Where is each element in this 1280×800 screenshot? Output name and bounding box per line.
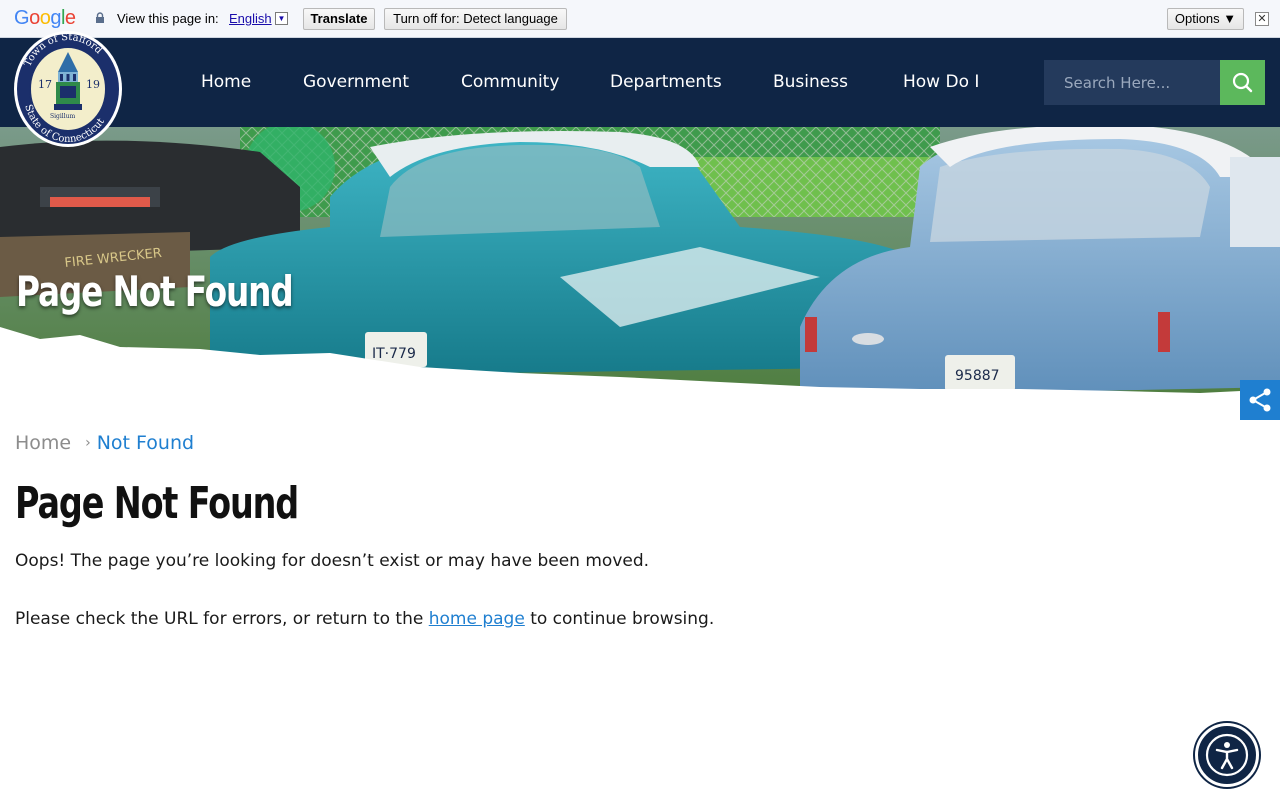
breadcrumb-home[interactable]: Home <box>15 432 71 454</box>
translate-bar: Google View this page in: English ▼ Tran… <box>0 0 1280 38</box>
search-box <box>1044 60 1220 105</box>
help-text-before: Please check the URL for errors, or retu… <box>15 609 429 629</box>
breadcrumb: Home › Not Found <box>15 432 194 454</box>
seal-motto: Sigillum <box>50 113 75 120</box>
search-button[interactable] <box>1220 60 1265 105</box>
hero-title: Page Not Found <box>16 267 294 316</box>
seal-year-right: 19 <box>86 78 100 91</box>
share-button[interactable] <box>1240 380 1280 420</box>
accessibility-button[interactable] <box>1195 723 1259 787</box>
translate-prompt: View this page in: <box>117 11 219 26</box>
seal-year-left: 17 <box>38 78 52 91</box>
lock-icon <box>96 12 104 23</box>
search-input[interactable] <box>1044 60 1220 105</box>
language-dropdown-icon[interactable]: ▼ <box>275 12 288 25</box>
turn-off-button[interactable]: Turn off for: Detect language <box>384 8 567 30</box>
nav-government[interactable]: Government <box>303 72 409 92</box>
google-logo: Google <box>14 7 76 29</box>
breadcrumb-separator-icon: › <box>85 435 91 451</box>
error-message: Oops! The page you’re looking for doesn’… <box>15 551 650 571</box>
close-icon[interactable]: ✕ <box>1255 12 1269 26</box>
help-message: Please check the URL for errors, or retu… <box>15 609 714 629</box>
nav-community[interactable]: Community <box>461 72 559 92</box>
hero-plate-right: 95887 <box>955 368 1000 384</box>
seal-graphic: 17 19 Sigillum Town of Stafford State of… <box>14 31 122 147</box>
help-text-after: to continue browsing. <box>524 609 715 629</box>
options-button[interactable]: Options ▼ <box>1167 8 1244 30</box>
nav-business[interactable]: Business <box>773 72 848 92</box>
hero-banner: FIRE WRECKER IT·779 95887 Page Not Found <box>0 127 1280 417</box>
language-select[interactable]: English <box>229 11 272 26</box>
nav-departments[interactable]: Departments <box>610 72 722 92</box>
home-page-link[interactable]: home page <box>429 609 525 629</box>
nav-how-do-i[interactable]: How Do I <box>903 72 979 92</box>
hero-plate-left: IT·779 <box>372 346 416 362</box>
translate-button[interactable]: Translate <box>303 8 375 30</box>
page-title: Page Not Found <box>15 478 299 529</box>
breadcrumb-current: Not Found <box>96 432 195 454</box>
search-icon <box>1232 72 1253 93</box>
share-icon <box>1249 388 1271 412</box>
town-seal-logo[interactable]: 17 19 Sigillum Town of Stafford State of… <box>12 28 124 150</box>
nav-home[interactable]: Home <box>201 72 251 92</box>
accessibility-icon <box>1205 733 1249 777</box>
